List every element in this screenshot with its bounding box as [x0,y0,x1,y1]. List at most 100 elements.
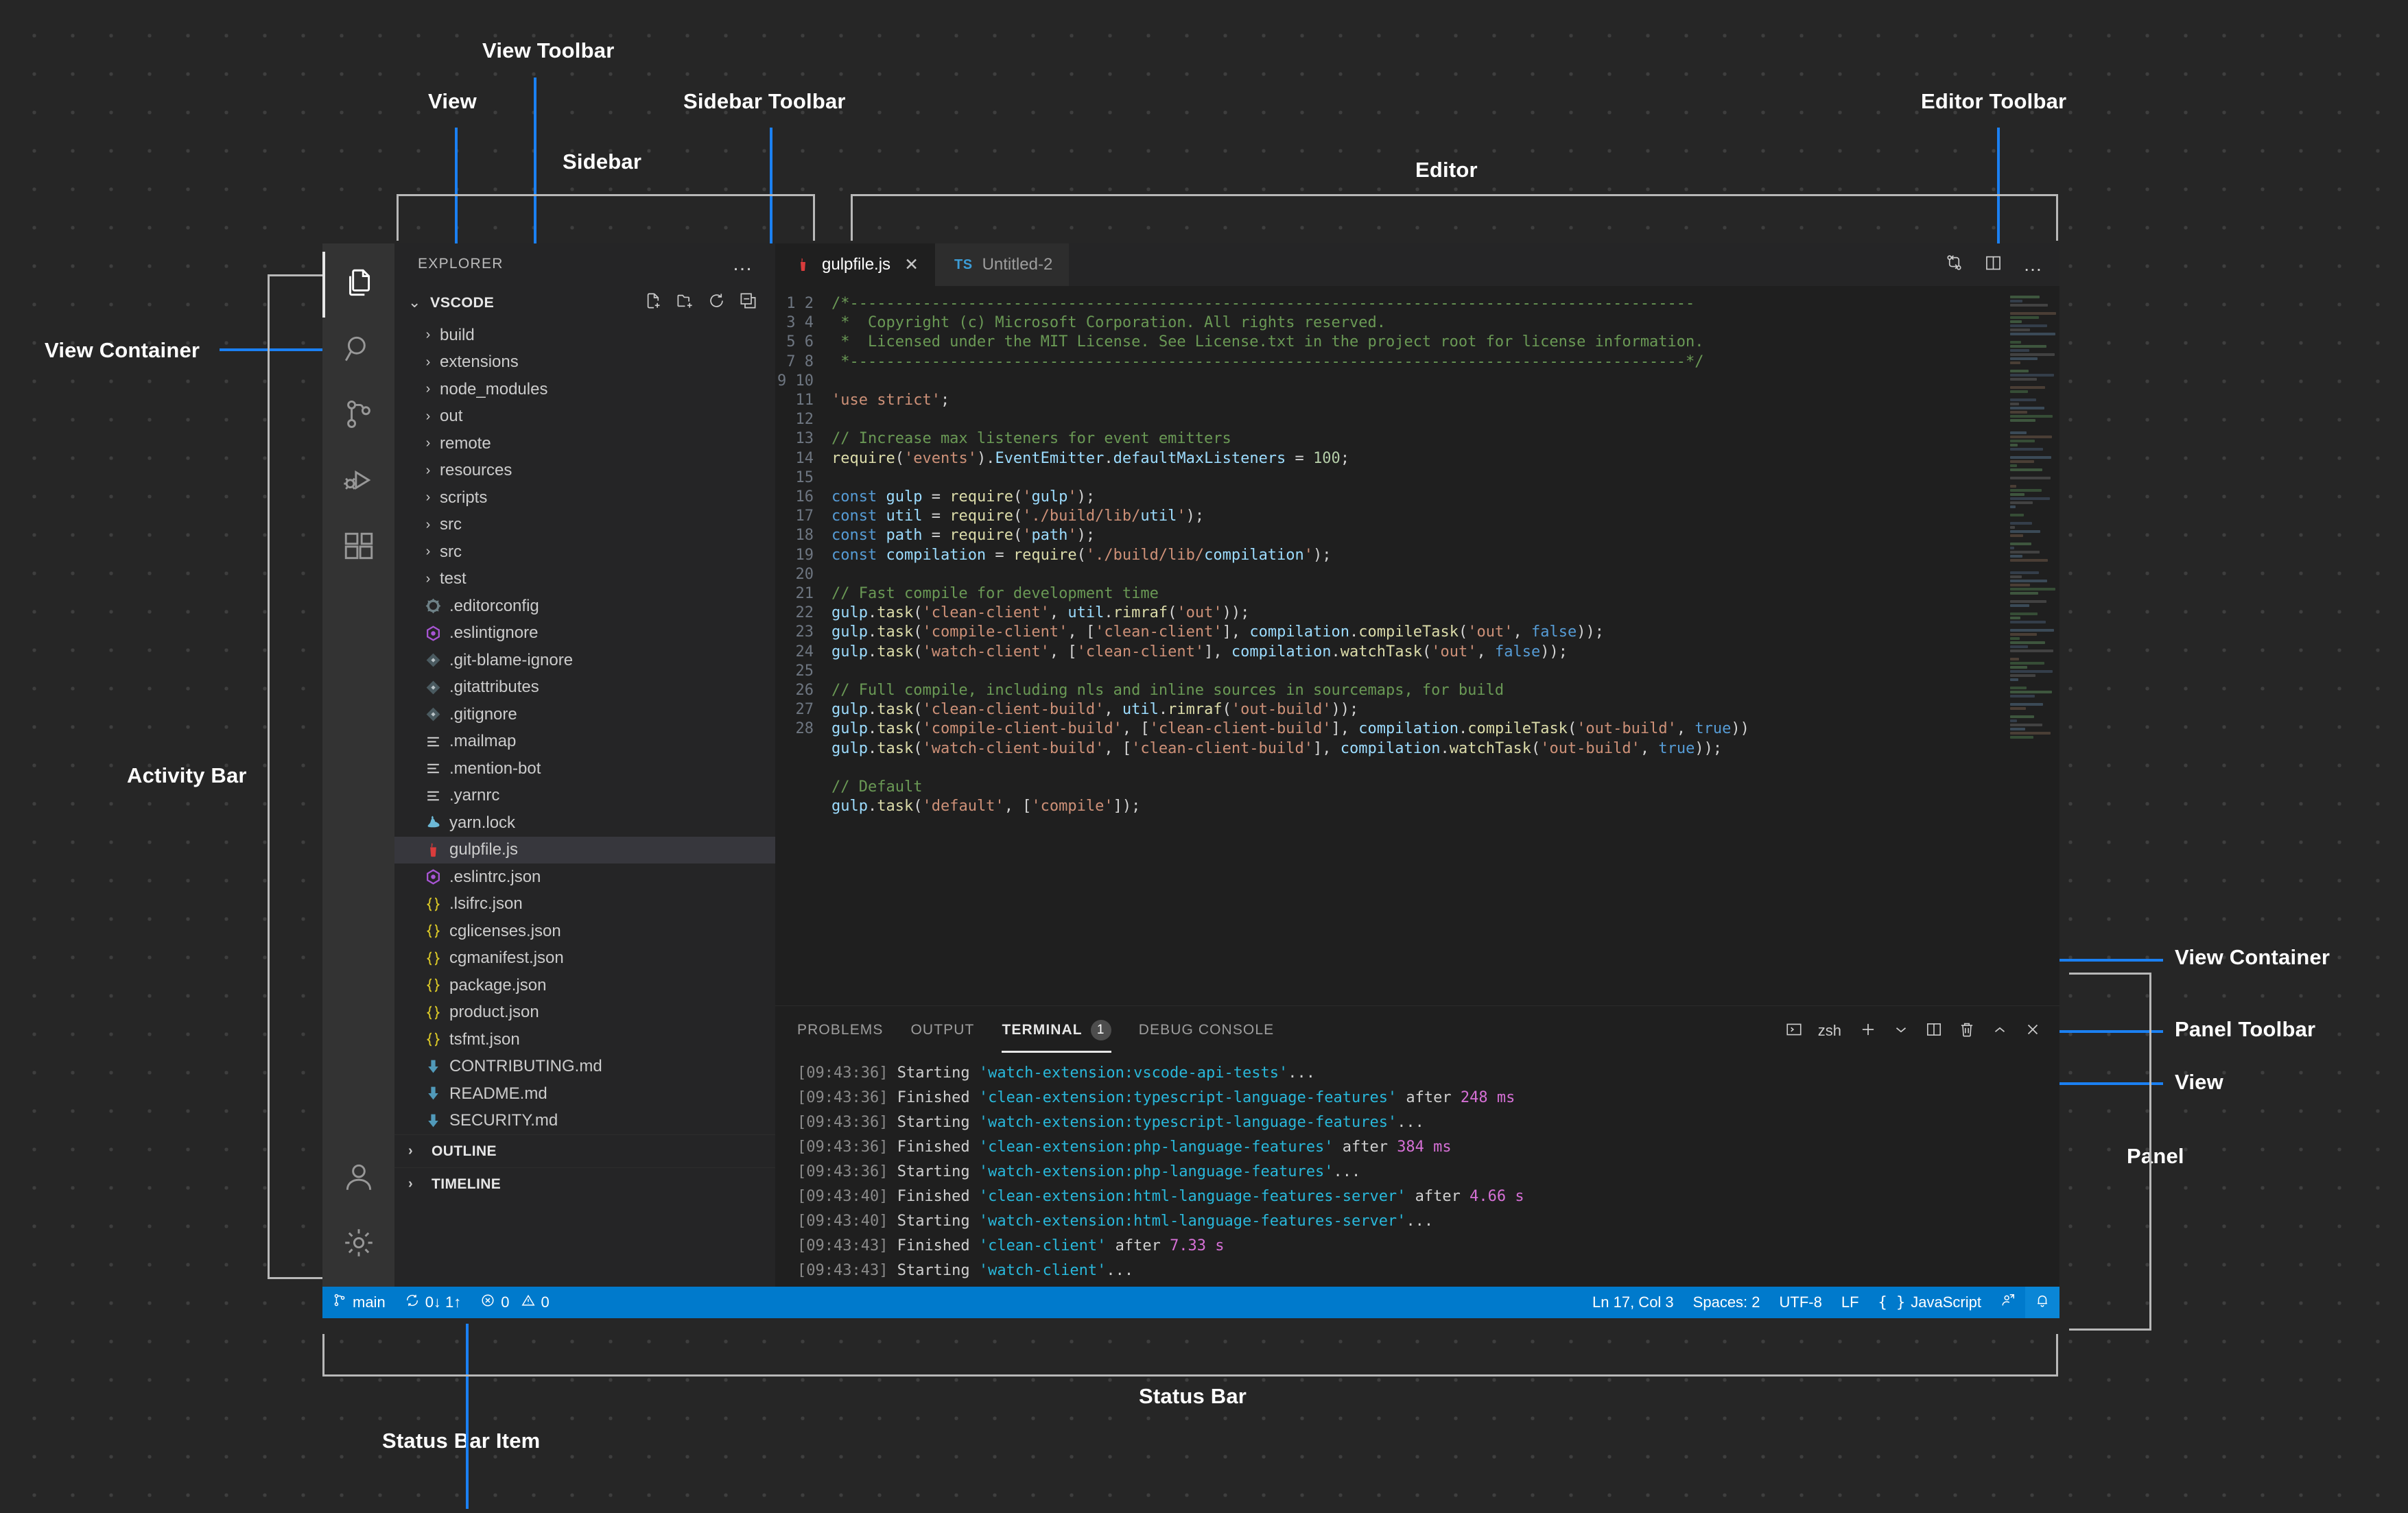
chevron-down-icon[interactable] [1892,1021,1910,1042]
explorer-view: ⌄ VSCODE › build › extensions › node_mod… [394,285,775,1134]
new-terminal-icon[interactable] [1859,1021,1877,1042]
file-tree-row[interactable]: › node_modules [394,376,775,403]
file-tree-row[interactable]: .git-blame-ignore [394,647,775,674]
split-terminal-icon[interactable] [1925,1021,1943,1042]
file-tree-row[interactable]: › src [394,512,775,539]
status-bar-item-problems[interactable]: 0 0 [471,1287,559,1318]
panel-tab-debug-console[interactable]: DEBUG CONSOLE [1139,1008,1275,1053]
chevron-right-icon[interactable]: › [419,327,437,343]
status-bar-item-eol[interactable]: LF [1832,1287,1869,1318]
file-tree-row[interactable]: › out [394,403,775,431]
file-tree-row[interactable]: cglicenses.json [394,918,775,945]
status-bar-item-indentation[interactable]: Spaces: 2 [1684,1287,1770,1318]
minimap-line [2010,324,2047,327]
file-tree-row[interactable]: README.md [394,1080,775,1108]
terminal-shell-name[interactable]: zsh [1818,1022,1841,1040]
sidebar-section-outline[interactable]: › OUTLINE [394,1134,775,1167]
file-name: gulpfile.js [449,840,519,859]
chevron-right-icon[interactable]: › [419,544,437,560]
status-bar-item-sync[interactable]: 0↓ 1↑ [395,1287,471,1318]
close-icon[interactable] [2024,1021,2042,1042]
view-header-vscode[interactable]: ⌄ VSCODE [394,285,775,320]
file-tree-row[interactable]: SECURITY.md [394,1108,775,1135]
chevron-right-icon[interactable]: › [419,571,437,587]
chevron-right-icon[interactable]: › [419,436,437,451]
editor-tab-untitled-2[interactable]: TS Untitled-2 [935,243,1070,286]
file-tree-row[interactable]: .mention-bot [394,755,775,783]
collapse-all-icon[interactable] [739,291,757,313]
panel-tab-problems[interactable]: PROBLEMS [797,1008,884,1053]
file-tree-row[interactable]: › remote [394,430,775,457]
file-tree-row[interactable]: › build [394,322,775,349]
file-tree-row[interactable]: package.json [394,972,775,999]
more-actions-icon[interactable]: … [2023,255,2044,274]
file-name: test [440,569,467,588]
file-tree-row[interactable]: .eslintrc.json [394,863,775,891]
tab-label: gulpfile.js [822,255,891,274]
activity-bar-item-extensions[interactable] [322,515,394,581]
activity-bar-item-search[interactable] [322,318,394,383]
file-tree-row[interactable]: › src [394,538,775,566]
activity-bar-item-accounts[interactable] [322,1145,394,1211]
file-tree-row[interactable]: .gitattributes [394,674,775,702]
terminal-output[interactable]: [09:43:36] Starting 'watch-extension:vsc… [775,1056,2059,1287]
chevron-up-icon[interactable] [1991,1021,2009,1042]
status-bar-item-cursor-position[interactable]: Ln 17, Col 3 [1583,1287,1684,1318]
chevron-right-icon[interactable]: › [419,355,437,370]
sidebar-more-actions-icon[interactable]: … [732,254,755,274]
file-tree-row[interactable]: › test [394,566,775,593]
editor-tab-gulpfile[interactable]: gulpfile.js ✕ [775,243,936,286]
activity-bar-item-explorer[interactable] [322,252,394,318]
status-bar-item-feedback[interactable] [1991,1287,2025,1318]
sidebar-section-timeline[interactable]: › TIMELINE [394,1167,775,1200]
status-bar-item-language-mode[interactable]: { } JavaScript [1869,1287,1991,1318]
minimap-line [2010,526,2015,529]
file-tree-row[interactable]: .gitignore [394,701,775,728]
file-tree-row[interactable]: .editorconfig [394,593,775,620]
file-tree-row[interactable]: .lsifrc.json [394,891,775,918]
terminal-tail: ... [1106,1262,1134,1279]
activity-bar-item-run-debug[interactable] [322,449,394,515]
trash-icon[interactable] [1958,1021,1976,1042]
close-icon[interactable]: ✕ [904,254,919,275]
new-folder-icon[interactable] [676,291,694,313]
status-bar-item-branch[interactable]: main [322,1287,395,1318]
minimap-line [2010,637,2020,640]
run-task-icon[interactable] [1945,254,1963,276]
file-tree[interactable]: › build › extensions › node_modules › out › remot… [394,320,775,1134]
panel-tab-output[interactable]: OUTPUT [911,1008,975,1053]
chevron-right-icon[interactable]: › [419,409,437,425]
chevron-right-icon[interactable]: › [419,517,437,533]
chevron-right-icon[interactable]: › [419,381,437,397]
refresh-icon[interactable] [707,291,726,313]
file-tree-row[interactable]: yarn.lock [394,809,775,837]
activity-bar-item-settings[interactable] [322,1211,394,1277]
terminal-icon[interactable] [1785,1021,1803,1042]
panel-tab-terminal[interactable]: TERMINAL 1 [1002,1006,1112,1056]
file-tree-row[interactable]: .yarnrc [394,783,775,810]
file-tree-row[interactable]: › extensions [394,349,775,377]
new-file-icon[interactable] [644,291,663,313]
file-tree-row[interactable]: .mailmap [394,728,775,756]
chevron-right-icon[interactable]: › [419,490,437,505]
file-tree-row[interactable]: › scripts [394,484,775,512]
minimap[interactable] [2006,286,2059,1005]
gulp-icon [419,842,447,859]
file-tree-row[interactable]: CONTRIBUTING.md [394,1053,775,1081]
editor-tab-bar: gulpfile.js ✕ TS Untitled-2 … [775,243,2059,286]
activity-bar-item-source-control[interactable] [322,383,394,449]
chevron-right-icon[interactable]: › [419,463,437,479]
file-tree-row[interactable]: cgmanifest.json [394,945,775,973]
code-content[interactable]: /*--------------------------------------… [826,294,2059,816]
status-bar-item-notifications[interactable] [2025,1287,2059,1318]
file-name: resources [440,461,512,480]
file-tree-row[interactable]: product.json [394,999,775,1027]
file-tree-row[interactable]: .eslintignore [394,620,775,647]
file-tree-row[interactable]: tsfmt.json [394,1026,775,1053]
code-editor[interactable]: 1 2 3 4 5 6 7 8 9 10 11 12 13 14 15 16 1… [775,286,2059,1005]
status-bar-item-encoding[interactable]: UTF-8 [1770,1287,1832,1318]
file-tree-row[interactable]: › resources [394,457,775,485]
file-tree-row[interactable]: gulpfile.js [394,836,775,863]
split-editor-icon[interactable] [1984,254,2003,276]
minimap-line [2010,736,2033,739]
